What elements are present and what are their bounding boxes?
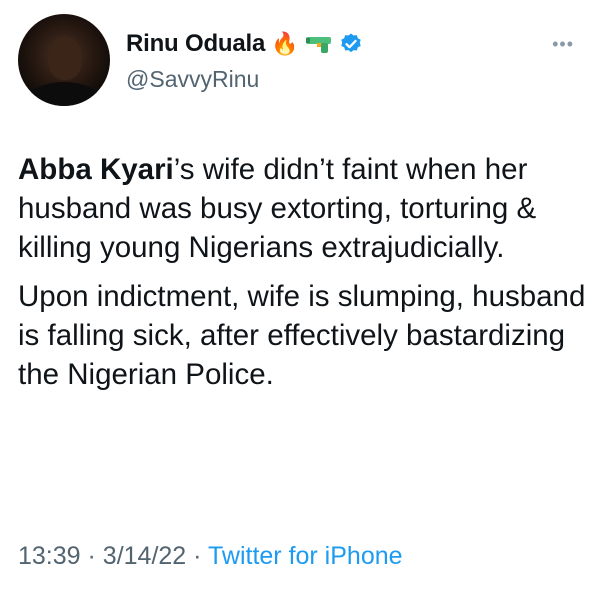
tweet-date[interactable]: 3/14/22 xyxy=(103,542,186,570)
tweet-paragraph-2: Upon indictment, wife is slumping, husba… xyxy=(18,280,586,391)
meta-separator-1: · xyxy=(87,542,96,570)
avatar[interactable] xyxy=(18,14,110,106)
tweet-bold-name: Abba Kyari xyxy=(18,153,174,186)
tweet-paragraph-1: Abba Kyari’s wife didn’t faint when her … xyxy=(18,150,588,267)
name-row: Rinu Oduala 🔥 xyxy=(126,30,363,58)
fire-icon: 🔥 xyxy=(271,31,299,56)
tweet-source-link[interactable]: Twitter for iPhone xyxy=(208,542,403,570)
avatar-face xyxy=(48,36,82,80)
meta-separator-2: · xyxy=(193,542,202,570)
water-pistol-icon xyxy=(305,34,333,54)
display-name[interactable]: Rinu Oduala xyxy=(126,30,265,58)
more-dots-icon[interactable]: ••• xyxy=(552,34,574,55)
verified-badge-icon xyxy=(339,32,363,56)
user-handle[interactable]: @SavvyRinu xyxy=(126,66,259,93)
tweet-meta: 13:39 · 3/14/22 · Twitter for iPhone xyxy=(18,542,403,571)
tweet-time[interactable]: 13:39 xyxy=(18,542,81,570)
tweet-card: Rinu Oduala 🔥 @SavvyRinu ••• Abba Kyari’… xyxy=(0,0,600,591)
avatar-shoulders xyxy=(26,82,102,106)
tweet-text: Abba Kyari’s wife didn’t faint when her … xyxy=(18,150,588,394)
